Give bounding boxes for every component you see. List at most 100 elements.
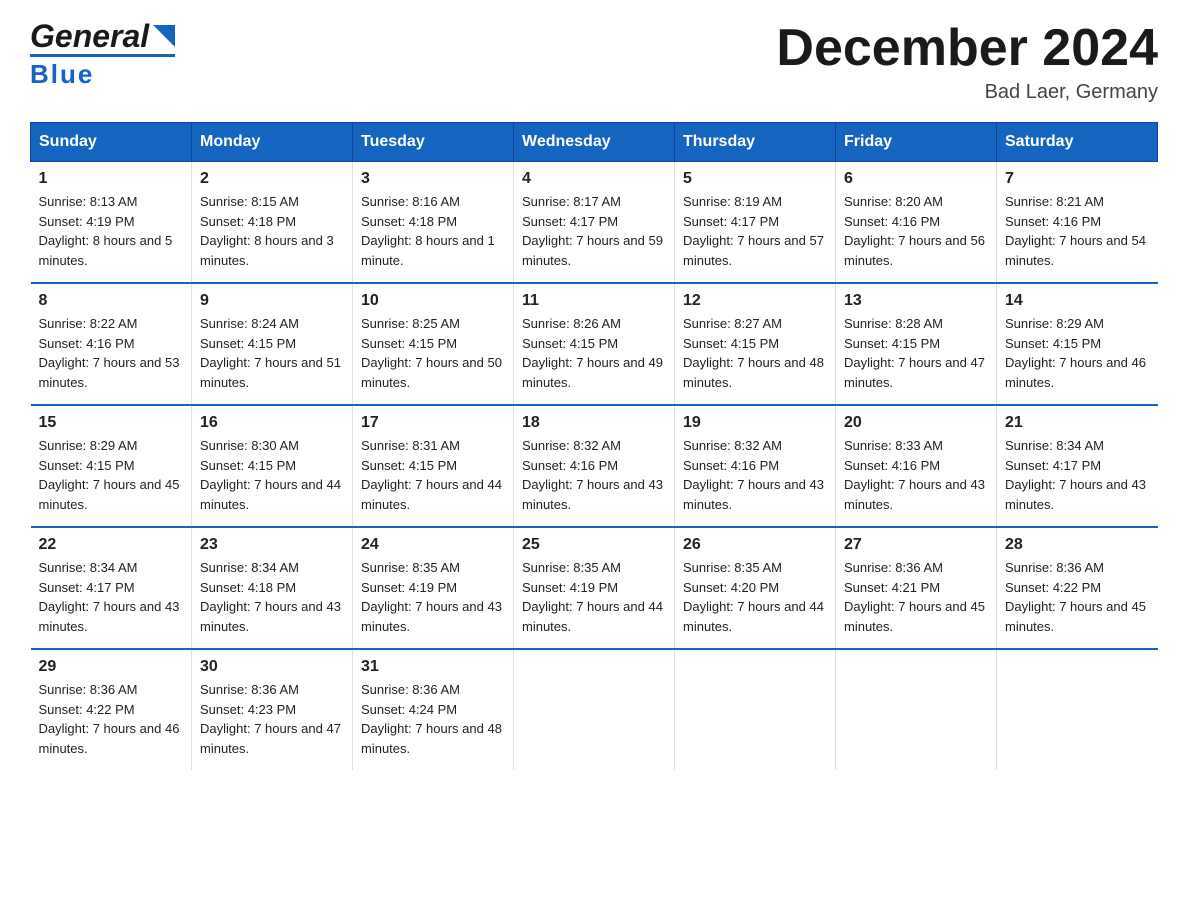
day-cell: 16 Sunrise: 8:30 AMSunset: 4:15 PMDayligh…: [192, 405, 353, 527]
day-cell: 31 Sunrise: 8:36 AMSunset: 4:24 PMDayligh…: [353, 649, 514, 770]
day-info: Sunrise: 8:24 AMSunset: 4:15 PMDaylight:…: [200, 314, 344, 392]
day-cell: 27 Sunrise: 8:36 AMSunset: 4:21 PMDayligh…: [836, 527, 997, 649]
day-cell: 26 Sunrise: 8:35 AMSunset: 4:20 PMDayligh…: [675, 527, 836, 649]
day-info: Sunrise: 8:13 AMSunset: 4:19 PMDaylight:…: [39, 192, 184, 270]
header-saturday: Saturday: [997, 123, 1158, 162]
day-info: Sunrise: 8:20 AMSunset: 4:16 PMDaylight:…: [844, 192, 988, 270]
logo: General Blue: [30, 20, 175, 90]
week-row-4: 22 Sunrise: 8:34 AMSunset: 4:17 PMDayligh…: [31, 527, 1158, 649]
day-number: 30: [200, 658, 344, 676]
calendar-table: SundayMondayTuesdayWednesdayThursdayFrid…: [30, 122, 1158, 770]
day-number: 31: [361, 658, 505, 676]
day-info: Sunrise: 8:33 AMSunset: 4:16 PMDaylight:…: [844, 436, 988, 514]
day-number: 25: [522, 536, 666, 554]
day-number: 23: [200, 536, 344, 554]
day-cell: 25 Sunrise: 8:35 AMSunset: 4:19 PMDayligh…: [514, 527, 675, 649]
day-cell: 9Sunrise: 8:24 AMSunset: 4:15 PMDaylight…: [192, 283, 353, 405]
day-cell: 3Sunrise: 8:16 AMSunset: 4:18 PMDaylight…: [353, 162, 514, 284]
day-cell: 6 Sunrise: 8:20 AMSunset: 4:16 PMDaylight…: [836, 162, 997, 284]
header-monday: Monday: [192, 123, 353, 162]
day-number: 21: [1005, 414, 1150, 432]
logo-blue: Blue: [30, 59, 94, 90]
day-number: 28: [1005, 536, 1150, 554]
day-info: Sunrise: 8:35 AMSunset: 4:19 PMDaylight:…: [522, 558, 666, 636]
day-info: Sunrise: 8:15 AMSunset: 4:18 PMDaylight:…: [200, 192, 344, 270]
day-number: 26: [683, 536, 827, 554]
day-info: Sunrise: 8:32 AMSunset: 4:16 PMDaylight:…: [522, 436, 666, 514]
calendar-header-row: SundayMondayTuesdayWednesdayThursdayFrid…: [31, 123, 1158, 162]
day-info: Sunrise: 8:35 AMSunset: 4:20 PMDaylight:…: [683, 558, 827, 636]
day-number: 20: [844, 414, 988, 432]
day-number: 17: [361, 414, 505, 432]
day-number: 14: [1005, 292, 1150, 310]
page-header: General Blue December 2024 Bad Laer, Ger…: [30, 20, 1158, 104]
day-info: Sunrise: 8:34 AMSunset: 4:17 PMDaylight:…: [1005, 436, 1150, 514]
day-cell: 24 Sunrise: 8:35 AMSunset: 4:19 PMDayligh…: [353, 527, 514, 649]
header-sunday: Sunday: [31, 123, 192, 162]
day-info: Sunrise: 8:17 AMSunset: 4:17 PMDaylight:…: [522, 192, 666, 270]
day-cell: 18 Sunrise: 8:32 AMSunset: 4:16 PMDayligh…: [514, 405, 675, 527]
day-cell: [836, 649, 997, 770]
day-info: Sunrise: 8:32 AMSunset: 4:16 PMDaylight:…: [683, 436, 827, 514]
day-info: Sunrise: 8:28 AMSunset: 4:15 PMDaylight:…: [844, 314, 988, 392]
day-cell: 19Sunrise: 8:32 AMSunset: 4:16 PMDayligh…: [675, 405, 836, 527]
day-info: Sunrise: 8:29 AMSunset: 4:15 PMDaylight:…: [1005, 314, 1150, 392]
day-info: Sunrise: 8:19 AMSunset: 4:17 PMDaylight:…: [683, 192, 827, 270]
day-info: Sunrise: 8:36 AMSunset: 4:21 PMDaylight:…: [844, 558, 988, 636]
day-cell: 4 Sunrise: 8:17 AMSunset: 4:17 PMDaylight…: [514, 162, 675, 284]
day-number: 2: [200, 170, 344, 188]
day-info: Sunrise: 8:27 AMSunset: 4:15 PMDaylight:…: [683, 314, 827, 392]
day-cell: 23 Sunrise: 8:34 AMSunset: 4:18 PMDayligh…: [192, 527, 353, 649]
logo-flag-icon: [153, 25, 175, 47]
title-block: December 2024 Bad Laer, Germany: [776, 20, 1158, 104]
day-number: 6: [844, 170, 988, 188]
location: Bad Laer, Germany: [776, 81, 1158, 104]
day-number: 12: [683, 292, 827, 310]
day-info: Sunrise: 8:30 AMSunset: 4:15 PMDaylight:…: [200, 436, 344, 514]
day-info: Sunrise: 8:25 AMSunset: 4:15 PMDaylight:…: [361, 314, 505, 392]
week-row-2: 8Sunrise: 8:22 AMSunset: 4:16 PMDaylight…: [31, 283, 1158, 405]
day-number: 15: [39, 414, 184, 432]
day-cell: 1Sunrise: 8:13 AMSunset: 4:19 PMDaylight…: [31, 162, 192, 284]
day-cell: 30 Sunrise: 8:36 AMSunset: 4:23 PMDayligh…: [192, 649, 353, 770]
day-number: 16: [200, 414, 344, 432]
day-cell: 21 Sunrise: 8:34 AMSunset: 4:17 PMDayligh…: [997, 405, 1158, 527]
day-info: Sunrise: 8:29 AMSunset: 4:15 PMDaylight:…: [39, 436, 184, 514]
day-cell: 14 Sunrise: 8:29 AMSunset: 4:15 PMDayligh…: [997, 283, 1158, 405]
day-info: Sunrise: 8:31 AMSunset: 4:15 PMDaylight:…: [361, 436, 505, 514]
week-row-3: 15 Sunrise: 8:29 AMSunset: 4:15 PMDayligh…: [31, 405, 1158, 527]
header-friday: Friday: [836, 123, 997, 162]
day-cell: [997, 649, 1158, 770]
day-cell: 15 Sunrise: 8:29 AMSunset: 4:15 PMDayligh…: [31, 405, 192, 527]
week-row-1: 1Sunrise: 8:13 AMSunset: 4:19 PMDaylight…: [31, 162, 1158, 284]
day-info: Sunrise: 8:34 AMSunset: 4:18 PMDaylight:…: [200, 558, 344, 636]
day-number: 29: [39, 658, 184, 676]
day-number: 4: [522, 170, 666, 188]
day-number: 18: [522, 414, 666, 432]
week-row-5: 29 Sunrise: 8:36 AMSunset: 4:22 PMDayligh…: [31, 649, 1158, 770]
month-title: December 2024: [776, 20, 1158, 77]
day-cell: 22 Sunrise: 8:34 AMSunset: 4:17 PMDayligh…: [31, 527, 192, 649]
day-cell: 20 Sunrise: 8:33 AMSunset: 4:16 PMDayligh…: [836, 405, 997, 527]
day-number: 27: [844, 536, 988, 554]
day-info: Sunrise: 8:36 AMSunset: 4:24 PMDaylight:…: [361, 680, 505, 758]
day-cell: 8Sunrise: 8:22 AMSunset: 4:16 PMDaylight…: [31, 283, 192, 405]
day-number: 7: [1005, 170, 1150, 188]
day-number: 10: [361, 292, 505, 310]
logo-divider: [30, 54, 175, 57]
day-info: Sunrise: 8:34 AMSunset: 4:17 PMDaylight:…: [39, 558, 184, 636]
day-info: Sunrise: 8:21 AMSunset: 4:16 PMDaylight:…: [1005, 192, 1150, 270]
day-cell: 5Sunrise: 8:19 AMSunset: 4:17 PMDaylight…: [675, 162, 836, 284]
day-number: 3: [361, 170, 505, 188]
header-tuesday: Tuesday: [353, 123, 514, 162]
day-info: Sunrise: 8:35 AMSunset: 4:19 PMDaylight:…: [361, 558, 505, 636]
day-info: Sunrise: 8:36 AMSunset: 4:22 PMDaylight:…: [39, 680, 184, 758]
day-cell: 28Sunrise: 8:36 AMSunset: 4:22 PMDayligh…: [997, 527, 1158, 649]
day-cell: 29 Sunrise: 8:36 AMSunset: 4:22 PMDayligh…: [31, 649, 192, 770]
day-number: 22: [39, 536, 184, 554]
day-cell: [675, 649, 836, 770]
day-number: 24: [361, 536, 505, 554]
day-info: Sunrise: 8:36 AMSunset: 4:23 PMDaylight:…: [200, 680, 344, 758]
day-number: 8: [39, 292, 184, 310]
day-info: Sunrise: 8:26 AMSunset: 4:15 PMDaylight:…: [522, 314, 666, 392]
